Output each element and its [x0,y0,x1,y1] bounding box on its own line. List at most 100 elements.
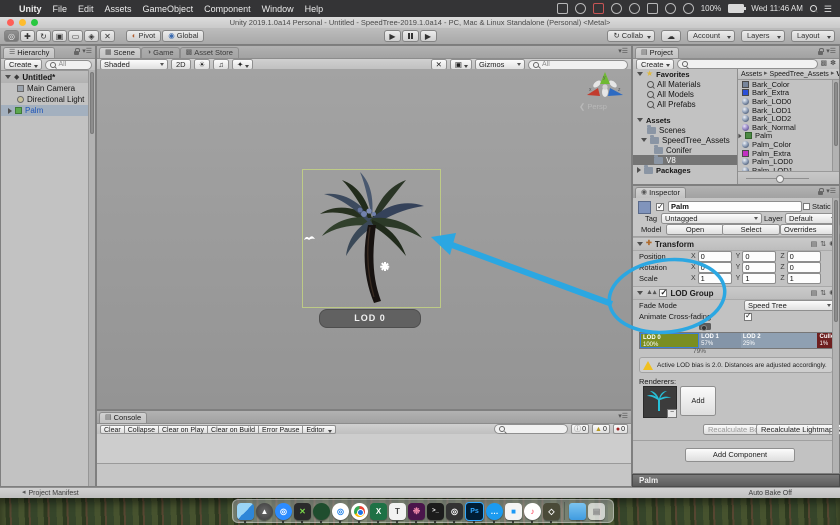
console-clear-button[interactable]: Clear [100,425,125,434]
airplay-icon[interactable] [647,3,658,14]
asset-bark-color[interactable]: Bark_Color [738,80,833,89]
layout-dropdown[interactable]: Layout [791,30,835,42]
global-toggle[interactable]: ◉Global [162,30,204,42]
green-app-icon[interactable] [313,503,330,520]
inspector-scrollbar[interactable] [832,198,839,473]
lock-icon[interactable] [818,191,823,195]
asset-palm-color[interactable]: Palm_Color [738,140,833,149]
control-center-icon[interactable]: ☰ [824,5,832,13]
lod2-segment[interactable]: LOD 225% [741,333,818,348]
renderer-thumbnail[interactable]: − [643,386,677,418]
menu-edit[interactable]: Edit [78,4,94,14]
console-collapse-button[interactable]: Collapse [125,425,159,434]
asset-bark-lod2[interactable]: Bark_LOD2 [738,114,833,123]
rotation-x-field[interactable]: 0 [698,262,732,273]
text-editor-icon[interactable]: T [389,503,406,520]
asset-bark-normal[interactable]: Bark_Normal [738,123,833,132]
photoshop-icon[interactable]: Ps [465,502,484,521]
music-icon[interactable]: ♪ [524,503,541,520]
add-component-button[interactable]: Add Component [685,448,795,462]
console-error-toggle[interactable]: ●0 [613,424,628,434]
status-message[interactable]: Project Manifest [29,490,79,497]
add-renderer-button[interactable]: Add [680,386,716,416]
layer-dropdown[interactable]: Default [785,213,839,224]
model-overrides-dropdown[interactable]: Overrides [780,224,840,235]
menu-gameobject[interactable]: GameObject [143,4,194,14]
layers-dropdown[interactable]: Layers [741,30,785,42]
dev-tool-icon[interactable]: ✕ [294,503,311,520]
animate-crossfade-checkbox[interactable] [744,313,752,321]
utility-app-icon[interactable]: ◎ [446,503,463,520]
dropbox-icon[interactable] [611,3,622,14]
tree-assets[interactable]: Assets [633,115,737,125]
gameobject-name-field[interactable]: Palm [668,201,802,212]
breadcrumb-v8[interactable]: V8 [836,71,839,78]
breadcrumb-speedtree[interactable]: SpeedTree_Assets [770,71,829,78]
model-open-button[interactable]: Open [666,224,724,235]
keynote-icon[interactable]: ■ [505,503,522,520]
search-by-label-icon[interactable]: ✽ [830,60,836,68]
tab-inspector[interactable]: ◉Inspector [635,187,686,198]
panel-menu-icon[interactable]: ▾☰ [618,413,628,421]
expander-icon[interactable] [5,75,11,79]
remove-renderer-button[interactable]: − [667,409,677,418]
pivot-toggle[interactable]: ◐Pivot [126,30,161,42]
model-select-button[interactable]: Select [722,224,780,235]
panel-menu-icon[interactable]: ▾☰ [618,48,628,56]
tree-conifer[interactable]: Conifer [633,145,737,155]
breadcrumb-assets[interactable]: Assets [741,71,762,78]
hierarchy-item-directional-light[interactable]: Directional Light [1,94,95,105]
console-search-input[interactable] [494,424,568,434]
asset-palm-extra[interactable]: Palm_Extra [738,149,833,158]
menu-help[interactable]: Help [305,4,324,14]
favorite-all-models[interactable]: All Models [633,89,737,99]
lock-icon[interactable] [557,3,568,14]
position-z-field[interactable]: 0 [787,251,821,262]
recalculate-lightmap-button[interactable]: Recalculate Lightmap Scale [756,424,840,435]
palm-tree-object[interactable] [302,169,439,306]
position-x-field[interactable]: 0 [698,251,732,262]
fade-mode-dropdown[interactable]: Speed Tree [744,300,835,311]
wifi-icon[interactable] [683,3,694,14]
spotlight-search-icon[interactable] [810,5,817,12]
more-icon[interactable]: ⇅ [820,240,826,248]
excel-icon[interactable]: X [370,503,387,520]
perspective-label[interactable]: ❮ Persp [579,102,607,111]
lod0-segment[interactable]: LOD 0100% [640,333,699,348]
tree-packages[interactable]: Packages [633,165,737,175]
tab-console[interactable]: ▤Console [99,412,147,423]
panel-menu-icon[interactable]: ▾☰ [826,188,836,196]
foldout-icon[interactable] [637,291,643,295]
view-tool-button[interactable]: ◎ [4,30,19,42]
lod-slider-bar[interactable]: LOD 0100% LOD 157% LOD 225% Culled1% [639,332,835,349]
launchpad-icon[interactable]: ▲ [256,503,273,520]
project-files-scrollbar[interactable] [832,80,839,171]
favorites-root[interactable]: ★Favorites [633,69,737,79]
favorite-all-prefabs[interactable]: All Prefabs [633,99,737,109]
favorite-all-materials[interactable]: All Materials [633,79,737,89]
hierarchy-create-dropdown[interactable]: Create [4,59,42,70]
scene-viewport[interactable]: y x z ❮ Persp [97,69,631,409]
terminal-icon[interactable]: >_ [427,503,444,520]
account-dropdown[interactable]: Account [687,30,735,42]
console-info-toggle[interactable]: ⓘ0 [571,424,589,434]
scale-x-field[interactable]: 1 [698,273,732,284]
console-clear-on-build-button[interactable]: Clear on Build [208,425,259,434]
hierarchy-item-palm[interactable]: Palm [1,105,95,116]
search-by-type-icon[interactable]: ▩ [821,60,828,68]
presets-icon[interactable]: ▤ [811,240,818,248]
step-button[interactable]: ▶ [420,30,437,42]
light-gizmo-icon[interactable] [380,262,389,271]
slack-icon[interactable]: ❉ [408,503,425,520]
play-button[interactable]: ▶ [384,30,401,42]
tab-project[interactable]: ▤Project [635,47,679,58]
lod-camera-icon[interactable] [699,323,711,330]
menu-file[interactable]: File [53,4,68,14]
more-icon[interactable]: ⇅ [820,289,826,297]
camera-record-icon[interactable] [593,3,604,14]
console-editor-dropdown[interactable]: Editor [303,425,335,434]
transform-header[interactable]: ✚ Transform ▤⇅✺ [633,237,839,251]
transform-tool-button[interactable]: ◈ [84,30,99,42]
unity-hub-icon[interactable]: ◇ [543,503,560,520]
zoom-app-icon[interactable]: ◎ [275,503,292,520]
